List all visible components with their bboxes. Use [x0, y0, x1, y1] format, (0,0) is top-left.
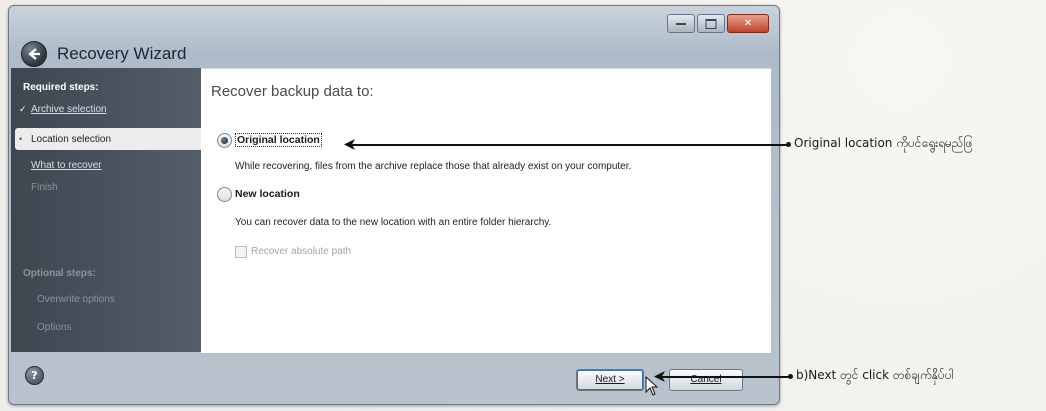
- sidebar-item-what-to-recover[interactable]: What to recover: [31, 160, 102, 171]
- cancel-button[interactable]: Cancel: [669, 369, 743, 391]
- wizard-content-panel: Recover backup data to: Original locatio…: [201, 68, 771, 353]
- checkmark-icon: ✓: [19, 104, 27, 114]
- optional-steps-heading: Optional steps:: [23, 268, 96, 279]
- minimize-button[interactable]: [667, 14, 695, 33]
- original-location-description: While recovering, files from the archive…: [235, 161, 632, 172]
- arrowhead-icon: [654, 371, 665, 382]
- window-title: Recovery Wizard: [57, 44, 187, 63]
- annotation-dot: [786, 142, 791, 147]
- annotation-next: b)Next တွင် click တစ်ချက်နှိပ်ပါ: [796, 368, 954, 382]
- annotation-arrow-next: [662, 376, 790, 378]
- sidebar-item-archive-selection[interactable]: ✓ Archive selection: [19, 104, 107, 115]
- sidebar-item-location-selection[interactable]: • Location selection: [15, 128, 205, 150]
- original-location-radio[interactable]: [217, 133, 232, 148]
- new-location-label[interactable]: New location: [235, 188, 300, 200]
- close-button[interactable]: ✕: [727, 14, 769, 33]
- wizard-steps-sidebar: Required steps: ✓ Archive selection • Loca…: [11, 68, 205, 352]
- annotation-arrow-original: [352, 144, 788, 146]
- sidebar-item-options: Options: [37, 322, 72, 333]
- recovery-wizard-window: Recovery Wizard ✕ Required steps: ✓ Archi…: [8, 5, 780, 405]
- new-location-description: You can recover data to the new location…: [235, 217, 552, 228]
- maximize-icon: [705, 18, 717, 29]
- original-location-label[interactable]: Original location: [235, 133, 322, 147]
- close-icon: ✕: [743, 17, 753, 29]
- next-button[interactable]: Next >: [576, 369, 644, 391]
- back-arrow-icon[interactable]: [21, 41, 47, 67]
- minimize-icon: [676, 22, 686, 25]
- help-icon[interactable]: ?: [25, 366, 44, 385]
- arrowhead-icon: [344, 139, 355, 150]
- sidebar-item-finish: Finish: [31, 182, 58, 193]
- page-heading: Recover backup data to:: [211, 83, 374, 100]
- recover-absolute-path-checkbox[interactable]: [235, 246, 247, 258]
- current-step-bullet-icon: •: [19, 134, 23, 144]
- sidebar-item-overwrite-options: Overwrite options: [37, 294, 115, 305]
- required-steps-heading: Required steps:: [23, 82, 99, 93]
- new-location-radio[interactable]: [217, 187, 232, 202]
- annotation-original-location: Original location ကိုပင်ရွေးရမည်ဖြ: [794, 136, 973, 150]
- annotation-dot: [788, 374, 793, 379]
- title-bar: Recovery Wizard ✕: [9, 6, 779, 70]
- maximize-button[interactable]: [697, 14, 725, 33]
- recover-absolute-path-label: Recover absolute path: [251, 246, 352, 257]
- window-controls: ✕: [665, 14, 769, 33]
